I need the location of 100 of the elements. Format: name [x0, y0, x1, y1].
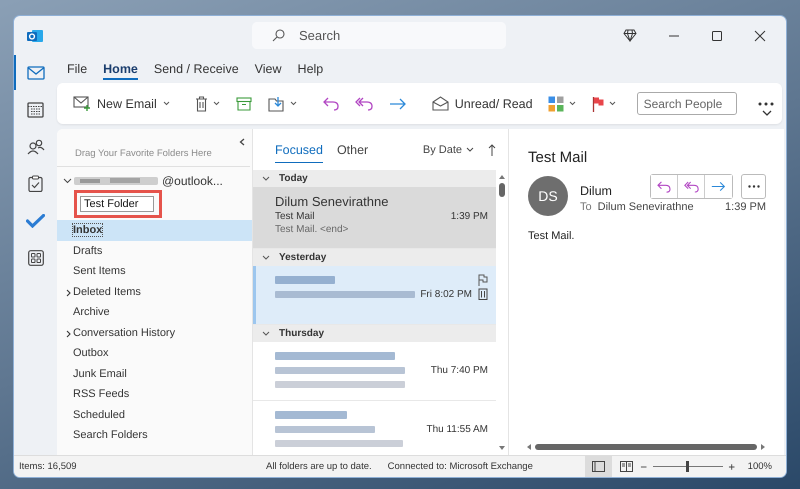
group-header[interactable]: Thursday: [253, 325, 496, 342]
connection-status: Connected to: Microsoft Exchange: [388, 461, 534, 472]
scroll-thumb[interactable]: [535, 444, 757, 450]
chevron-down-icon[interactable]: [762, 110, 772, 116]
account-folder[interactable]: @outlook...: [63, 174, 252, 188]
collapse-chevron-icon: [262, 176, 270, 181]
message-item[interactable]: Dilum Senevirathne Test Mail 1:39 PM Test Mail. <end>: [253, 187, 496, 249]
mail-app-logo: [27, 28, 43, 44]
favorites-hint: Drag Your Favorite Folders Here: [75, 148, 212, 159]
caret-icon: [466, 147, 474, 152]
folder-item[interactable]: Drafts: [57, 240, 252, 261]
envelope-icon: [26, 66, 44, 80]
menu-tab[interactable]: File: [67, 58, 88, 80]
folder-item[interactable]: Archive: [57, 302, 252, 322]
sort-arrow-icon[interactable]: [488, 144, 496, 156]
search-icon: [272, 29, 285, 42]
reply-icon: [322, 96, 339, 110]
trash-icon: [194, 96, 208, 112]
folder-item[interactable]: Sent Items: [57, 261, 252, 282]
sender-avatar: DS: [528, 176, 568, 216]
horizontal-scrollbar[interactable]: [526, 441, 766, 453]
sent-time: 1:39 PM: [725, 201, 766, 213]
menu-tab[interactable]: Help: [298, 58, 324, 80]
folder-item[interactable]: Search Folders: [57, 425, 252, 446]
clipboard-check-icon: [28, 175, 43, 192]
sort-dropdown[interactable]: By Date: [422, 144, 474, 156]
folder-item[interactable]: RSS Feeds: [57, 384, 252, 404]
search-people-field[interactable]: Search People: [636, 92, 737, 115]
folder-item[interactable]: Deleted Items: [57, 282, 252, 302]
folder-arrow-icon: [268, 96, 285, 112]
message-item[interactable]: Thu 7:40 PM: [253, 342, 496, 401]
inbox-tab[interactable]: Other: [336, 136, 368, 162]
unread-read-button[interactable]: Unread/ Read: [428, 92, 537, 115]
flag-outline-icon[interactable]: [478, 274, 488, 286]
close-icon[interactable]: [754, 30, 766, 42]
folder-item[interactable]: Scheduled: [57, 404, 252, 425]
flag-icon: [592, 96, 604, 112]
trash-icon[interactable]: [478, 288, 488, 300]
apps-grid-icon: [28, 250, 44, 266]
collapse-chevron-icon: [262, 331, 270, 336]
reading-view-icon: [620, 461, 633, 472]
reply-all-icon: [354, 96, 373, 110]
zoom-slider-thumb[interactable]: [686, 461, 689, 472]
blurred-text: [275, 276, 335, 284]
normal-view-button[interactable]: [584, 456, 612, 477]
folder-item[interactable]: Junk Email: [57, 364, 252, 384]
menu-tab[interactable]: Send / Receive: [154, 58, 239, 80]
expand-chevron-icon: [66, 330, 71, 338]
new-email-button[interactable]: New Email: [69, 92, 174, 115]
account-name: @outlook...: [162, 174, 223, 188]
checkmark-icon: [26, 214, 45, 228]
category-squares-icon: [548, 96, 564, 112]
folder-item[interactable]: Outbox: [57, 343, 252, 364]
sender-name: Dilum: [580, 184, 612, 198]
reply-all-icon: [684, 180, 698, 192]
scroll-thumb[interactable]: [499, 183, 505, 197]
scroll-right-icon[interactable]: [760, 443, 766, 451]
reply-icon: [657, 180, 671, 192]
expand-chevron-icon: [63, 178, 72, 184]
item-count: Items: 16,509: [18, 461, 78, 472]
collapse-chevron-icon[interactable]: [239, 138, 245, 146]
message-subject: Test Mail: [528, 149, 588, 166]
caret-icon: [568, 101, 576, 106]
zoom-in-icon[interactable]: [728, 462, 736, 470]
group-header[interactable]: Today: [253, 170, 496, 187]
zoom-level: 100%: [748, 461, 772, 472]
folder-item[interactable]: Inbox: [57, 220, 252, 240]
folder-name-field[interactable]: Test Folder: [80, 196, 154, 212]
maximize-icon[interactable]: [711, 30, 723, 42]
caret-icon: [162, 101, 170, 106]
blurred-text: [275, 411, 347, 419]
folder-item[interactable]: Conversation History: [57, 322, 252, 343]
caret-icon: [608, 101, 616, 106]
search-field[interactable]: Search: [252, 22, 506, 49]
calendar-icon: [27, 101, 44, 118]
open-envelope-icon: [432, 96, 449, 111]
expand-chevron-icon: [66, 288, 71, 296]
scroll-up-icon[interactable]: [498, 174, 506, 180]
scroll-down-icon[interactable]: [498, 445, 506, 451]
message-body: Test Mail.: [528, 230, 576, 242]
people-icon: [26, 138, 44, 154]
scroll-left-icon[interactable]: [526, 443, 532, 451]
more-icon: [748, 185, 760, 188]
menu-tab[interactable]: View: [254, 58, 282, 80]
caret-icon: [212, 101, 220, 106]
new-mail-icon: [73, 96, 91, 111]
diamond-icon[interactable]: [623, 29, 637, 42]
caret-icon: [290, 101, 297, 106]
inbox-tab[interactable]: Focused: [275, 136, 323, 162]
reply-button[interactable]: [651, 175, 678, 198]
archive-icon: [236, 96, 252, 110]
menu-tab[interactable]: Home: [103, 58, 138, 80]
recipient-name: Dilum Senevirathne: [598, 201, 694, 213]
to-label: To: [580, 201, 592, 213]
more-icon: [758, 102, 774, 106]
search-input[interactable]: Search: [297, 27, 451, 44]
forward-arrow-icon: [711, 181, 726, 192]
message-item[interactable]: Fri 8:02 PM: [253, 266, 496, 325]
collapse-chevron-icon: [262, 255, 270, 260]
group-header[interactable]: Yesterday: [253, 249, 496, 266]
